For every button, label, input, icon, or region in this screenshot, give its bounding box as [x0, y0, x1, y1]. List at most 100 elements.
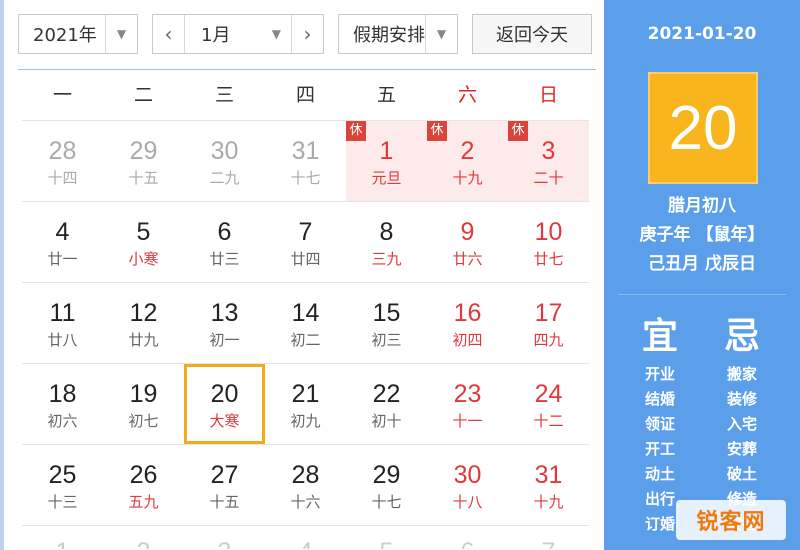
day-number: 16 [453, 299, 482, 327]
date-cell[interactable]: 休 2 十九 [427, 121, 508, 201]
lunar-day: 十三 [47, 493, 78, 511]
date-cell[interactable]: 3 [184, 526, 265, 549]
weekday-label: 三 [214, 84, 234, 106]
year-select-value: 2021年 [33, 25, 97, 46]
next-month-button[interactable]: › [291, 15, 323, 53]
date-cell[interactable]: 19 初七 [103, 364, 184, 444]
chevron-down-icon[interactable]: ▼ [425, 15, 457, 53]
lunar-day: 五九 [128, 493, 159, 511]
date-cell[interactable]: 25 十三 [22, 445, 103, 525]
day-number: 30 [453, 461, 482, 489]
day-number: 5 [346, 538, 427, 549]
back-to-today-button[interactable]: 返回今天 [472, 14, 592, 54]
yi-title: 宜 [641, 316, 678, 357]
lunar-day: 初一 [209, 331, 240, 349]
date-cell[interactable]: 11 廿八 [22, 283, 103, 363]
lunar-day: 十一 [452, 412, 483, 430]
date-cell[interactable]: 28 十四 [22, 121, 103, 201]
day-number: 4 [265, 538, 346, 549]
lunar-day: 二九 [209, 169, 240, 187]
date-cell[interactable]: 13 初一 [184, 283, 265, 363]
yi-item: 结婚 [644, 390, 675, 408]
date-cell[interactable]: 休 3 二十 [508, 121, 589, 201]
date-cell[interactable]: 17 四九 [508, 283, 589, 363]
lunar-info: 腊月初八 庚子年 【鼠年】 己丑月 戊辰日 [604, 192, 800, 279]
day-number: 1 [379, 137, 394, 165]
lunar-day: 十五 [209, 493, 240, 511]
date-cell[interactable]: 29 十五 [103, 121, 184, 201]
day-number: 24 [534, 380, 563, 408]
date-cell[interactable]: 31 十九 [508, 445, 589, 525]
weekday-label: 一 [52, 84, 72, 106]
date-cell[interactable]: 14 初二 [265, 283, 346, 363]
date-cell[interactable]: 26 五九 [103, 445, 184, 525]
day-number: 8 [379, 218, 394, 246]
day-number: 30 [210, 137, 239, 165]
prev-month-button[interactable]: ‹ [153, 15, 185, 53]
day-number: 6 [427, 538, 508, 549]
lunar-day: 廿六 [452, 250, 483, 268]
lunar-day: 十六 [290, 493, 321, 511]
lunar-day: 十九 [533, 493, 564, 511]
side-divider [618, 294, 786, 295]
day-number: 3 [184, 538, 265, 549]
date-cell[interactable]: 31 十七 [265, 121, 346, 201]
lunar-day: 初九 [290, 412, 321, 430]
date-cell[interactable]: 4 廿一 [22, 202, 103, 282]
date-cell[interactable]: 5 [346, 526, 427, 549]
ji-item: 破土 [726, 465, 757, 483]
date-cell[interactable]: 30 十八 [427, 445, 508, 525]
date-cell[interactable]: 9 廿六 [427, 202, 508, 282]
date-cell[interactable]: 12 廿九 [103, 283, 184, 363]
month-select-value: 1月 [201, 25, 231, 46]
date-cell[interactable]: 16 初四 [427, 283, 508, 363]
lunar-day: 初七 [128, 412, 159, 430]
date-cell[interactable]: 22 初十 [346, 364, 427, 444]
day-number: 4 [55, 218, 70, 246]
date-cell[interactable]: 6 [427, 526, 508, 549]
lunar-day: 三九 [371, 250, 402, 268]
day-number: 15 [372, 299, 401, 327]
date-cell[interactable]: 8 三九 [346, 202, 427, 282]
date-cell-today[interactable]: 20 大寒 [184, 364, 265, 444]
date-cell[interactable]: 21 初九 [265, 364, 346, 444]
day-number: 10 [534, 218, 563, 246]
chevron-left-icon: ‹ [164, 22, 173, 46]
lunar-day: 十八 [452, 493, 483, 511]
chevron-down-icon[interactable]: ▼ [105, 15, 137, 53]
holiday-select[interactable]: 假期安排 ▼ [338, 14, 458, 54]
date-cell[interactable]: 休 1 元旦 [346, 121, 427, 201]
date-cell[interactable]: 18 初六 [22, 364, 103, 444]
date-cell[interactable]: 28 十六 [265, 445, 346, 525]
yi-item: 开业 [644, 365, 675, 383]
date-cell[interactable]: 7 [508, 526, 589, 549]
date-cell[interactable]: 2 [103, 526, 184, 549]
date-cell[interactable]: 6 廿三 [184, 202, 265, 282]
date-cell[interactable]: 1 [22, 526, 103, 549]
ji-item: 搬家 [726, 365, 757, 383]
date-cell[interactable]: 7 廿四 [265, 202, 346, 282]
date-cell[interactable]: 23 十一 [427, 364, 508, 444]
date-cell[interactable]: 15 初三 [346, 283, 427, 363]
lunar-day: 廿一 [47, 250, 78, 268]
day-number: 2 [103, 538, 184, 549]
year-select[interactable]: 2021年 ▼ [18, 14, 138, 54]
date-cell[interactable]: 30 二九 [184, 121, 265, 201]
date-cell[interactable]: 4 [265, 526, 346, 549]
lunar-day: 初四 [452, 331, 483, 349]
day-number: 21 [291, 380, 320, 408]
date-cell[interactable]: 29 十七 [346, 445, 427, 525]
calendar-toolbar: 2021年 ▼ ‹ 1月 ▼ › 假期安排 ▼ 返回今天 [18, 14, 596, 56]
lunar-day: 二十 [533, 169, 564, 187]
date-cell[interactable]: 5 小寒 [103, 202, 184, 282]
date-cell[interactable]: 24 十二 [508, 364, 589, 444]
date-cell[interactable]: 27 十五 [184, 445, 265, 525]
day-number: 29 [129, 137, 158, 165]
day-number: 17 [534, 299, 563, 327]
lunar-day: 初十 [371, 412, 402, 430]
month-selector: ‹ 1月 ▼ › [152, 14, 324, 54]
date-cell[interactable]: 10 廿七 [508, 202, 589, 282]
selected-date: 2021-01-20 [647, 24, 757, 44]
lunar-day: 小寒 [128, 250, 159, 268]
month-select[interactable]: 1月 ▼ [185, 15, 291, 53]
